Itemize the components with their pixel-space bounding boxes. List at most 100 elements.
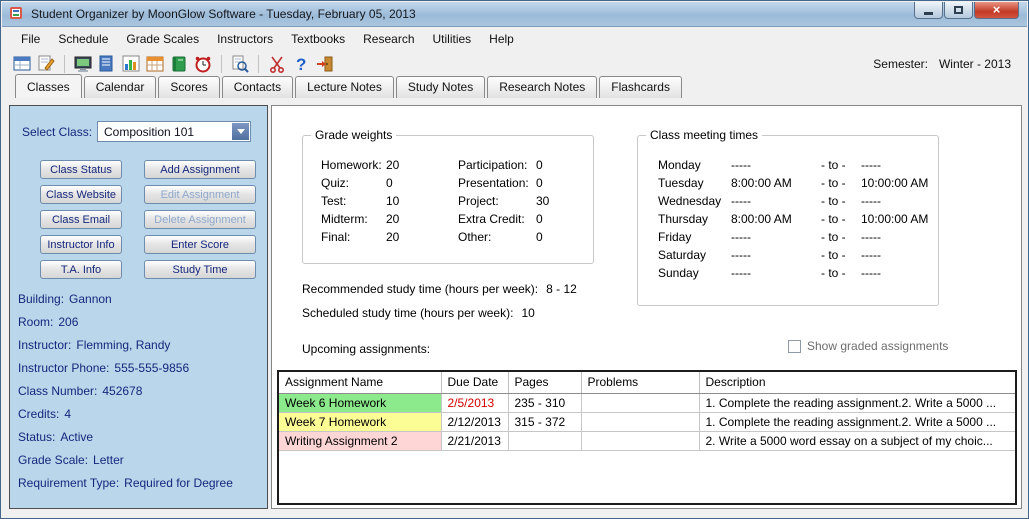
window-controls: × <box>914 2 1019 19</box>
weight-label: Project: <box>458 194 499 208</box>
study-time-button[interactable]: Study Time <box>144 260 256 279</box>
assignment-name-cell: Week 6 Homework <box>279 393 442 413</box>
scheduled-study-label: Scheduled study time (hours per week): <box>302 306 514 320</box>
delete-assignment-button[interactable]: Delete Assignment <box>144 210 256 229</box>
menu-help[interactable]: Help <box>480 28 523 50</box>
info-value: Active <box>60 430 94 444</box>
minimize-button[interactable] <box>914 2 943 19</box>
class-status-button[interactable]: Class Status <box>40 160 122 179</box>
end-time: ----- <box>861 248 881 262</box>
toolbar-separator <box>258 54 259 73</box>
menu-schedule[interactable]: Schedule <box>49 28 117 50</box>
problems-cell <box>581 393 700 413</box>
menu-instructors[interactable]: Instructors <box>208 28 282 50</box>
table-row[interactable]: Week 6 Homework 2/5/2013 235 - 310 1. Co… <box>279 393 1015 413</box>
scores-chart-icon[interactable] <box>119 52 142 75</box>
app-icon <box>8 5 24 24</box>
add-assignment-button[interactable]: Add Assignment <box>144 160 256 179</box>
table-row[interactable]: Writing Assignment 2 2/21/2013 2. Write … <box>279 431 1015 451</box>
class-notes-icon[interactable] <box>95 52 118 75</box>
edit-entry-icon[interactable] <box>34 52 57 75</box>
info-value: 452678 <box>102 384 143 398</box>
to-separator: - to - <box>821 266 846 280</box>
class-sidebar: Select Class: Composition 101 Class Stat… <box>9 105 268 509</box>
edit-assignment-button[interactable]: Edit Assignment <box>144 185 256 204</box>
instructor-info-button[interactable]: Instructor Info <box>40 235 122 254</box>
assignments-table: Assignment Name Due Date Pages Problems … <box>277 370 1017 505</box>
minimize-icon <box>924 11 933 15</box>
menu-research[interactable]: Research <box>354 28 423 50</box>
col-due-date[interactable]: Due Date <box>441 372 509 394</box>
tab-calendar[interactable]: Calendar <box>83 76 157 98</box>
planner-grid-icon[interactable] <box>143 52 166 75</box>
reminder-clock-icon[interactable] <box>191 52 214 75</box>
tab-scores[interactable]: Scores <box>158 76 220 98</box>
weight-value: 0 <box>536 158 543 172</box>
menu-textbooks[interactable]: Textbooks <box>282 28 354 50</box>
tab-classes[interactable]: Classes <box>15 74 82 98</box>
menu-grade-scales[interactable]: Grade Scales <box>117 28 208 50</box>
day-label: Saturday <box>658 248 707 262</box>
window-title: Student Organizer by MoonGlow Software -… <box>31 7 416 21</box>
meeting-time-row: Saturday ----- - to - ----- <box>658 246 930 264</box>
tab-research-notes[interactable]: Research Notes <box>487 76 598 98</box>
info-value: Letter <box>93 453 124 467</box>
end-time: ----- <box>861 266 881 280</box>
weight-value: 20 <box>386 212 400 226</box>
col-assignment-name[interactable]: Assignment Name <box>279 372 442 394</box>
show-graded-control: Show graded assignments <box>788 339 948 353</box>
enter-score-button[interactable]: Enter Score <box>144 235 256 254</box>
col-pages[interactable]: Pages <box>508 372 582 394</box>
meeting-time-row: Friday ----- - to - ----- <box>658 228 930 246</box>
due-date-cell: 2/5/2013 <box>441 393 509 413</box>
tab-flashcards[interactable]: Flashcards <box>599 76 682 98</box>
maximize-button[interactable] <box>944 2 973 19</box>
weight-label: Quiz: <box>321 176 350 190</box>
class-email-button[interactable]: Class Email <box>40 210 122 229</box>
meeting-time-row: Sunday ----- - to - ----- <box>658 264 930 282</box>
cut-icon[interactable] <box>265 52 288 75</box>
info-status: Status: Active <box>18 430 93 444</box>
description-cell: 1. Complete the reading assignment.2. Wr… <box>699 393 1015 413</box>
tab-lecture-notes[interactable]: Lecture Notes <box>295 76 394 98</box>
toolbar-separator <box>221 54 222 73</box>
show-graded-checkbox[interactable] <box>788 339 801 353</box>
help-icon[interactable]: ? <box>289 52 312 75</box>
ta-info-button[interactable]: T.A. Info <box>40 260 122 279</box>
exit-icon[interactable] <box>313 52 336 75</box>
weight-label: Test: <box>321 194 347 208</box>
menu-file[interactable]: File <box>12 28 49 50</box>
table-row[interactable]: Week 7 Homework 2/12/2013 315 - 372 1. C… <box>279 412 1015 432</box>
col-description[interactable]: Description <box>699 372 1015 394</box>
info-class-number: Class Number: 452678 <box>18 384 142 398</box>
info-room: Room: 206 <box>18 315 78 329</box>
tab-contacts[interactable]: Contacts <box>221 76 294 98</box>
maximize-icon <box>954 6 963 14</box>
meeting-time-row: Wednesday ----- - to - ----- <box>658 192 930 210</box>
close-button[interactable]: × <box>974 2 1019 19</box>
description-cell: 2. Write a 5000 word essay on a subject … <box>699 431 1015 451</box>
app-window: Student Organizer by MoonGlow Software -… <box>0 0 1029 519</box>
info-label: Room: <box>18 315 54 329</box>
weight-value: 0 <box>536 230 543 244</box>
meeting-time-row: Tuesday 8:00:00 AM - to - 10:00:00 AM <box>658 174 930 192</box>
menu-utilities[interactable]: Utilities <box>424 28 481 50</box>
search-icon[interactable] <box>228 52 251 75</box>
start-time: 8:00:00 AM <box>731 212 792 226</box>
due-date-cell: 2/12/2013 <box>441 412 509 432</box>
tab-study-notes[interactable]: Study Notes <box>395 76 486 98</box>
organizer-icon[interactable] <box>10 52 33 75</box>
title-bar[interactable]: Student Organizer by MoonGlow Software -… <box>2 2 1027 27</box>
select-class-dropdown[interactable]: Composition 101 <box>97 121 251 142</box>
class-detail-panel: Grade weights Homework: 20 Quiz: 0 Test: 10… <box>271 105 1022 509</box>
tab-strip: Classes Calendar Scores Contacts Lecture… <box>15 74 682 98</box>
grade-weights-group: Grade weights Homework: 20 Quiz: 0 Test: 10… <box>302 128 594 264</box>
start-time: ----- <box>731 158 751 172</box>
class-website-button[interactable]: Class Website <box>40 185 122 204</box>
schedule-icon[interactable] <box>71 52 94 75</box>
info-value: Flemming, Randy <box>76 338 171 352</box>
weight-value: 10 <box>386 194 400 208</box>
pages-cell: 235 - 310 <box>508 393 582 413</box>
col-problems[interactable]: Problems <box>581 372 700 394</box>
textbooks-icon[interactable] <box>167 52 190 75</box>
